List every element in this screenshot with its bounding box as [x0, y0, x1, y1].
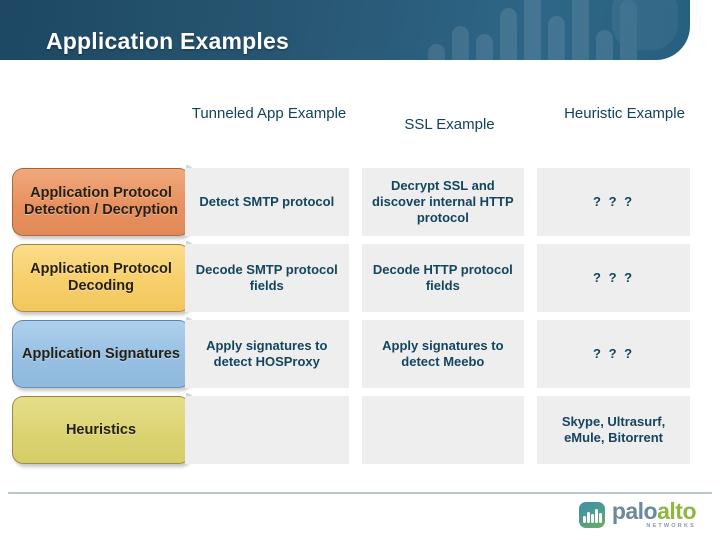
- matrix-cell-text: Skype, Ultrasurf, eMule, Bitorrent: [561, 414, 666, 445]
- matrix-cell: Apply signatures to detect HOSProxy: [185, 320, 349, 388]
- brand-logo: paloalto NETWORKS: [578, 498, 697, 529]
- examples-matrix: Detect SMTP protocol Decrypt SSL and dis…: [185, 168, 690, 472]
- stage-stack: Application Protocol Detection / Decrypt…: [12, 165, 194, 472]
- stage-box-app-protocol-detection: Application Protocol Detection / Decrypt…: [12, 165, 194, 236]
- matrix-row: Detect SMTP protocol Decrypt SSL and dis…: [185, 168, 690, 236]
- matrix-cell-text: Decode HTTP protocol fields: [372, 262, 513, 293]
- paloalto-bars-icon: [578, 501, 605, 528]
- matrix-cell: Apply signatures to detect Meebo: [361, 320, 525, 388]
- stage-box-app-protocol-decoding: Application Protocol Decoding: [12, 241, 194, 312]
- matrix-cell-text: Detect SMTP protocol: [199, 194, 335, 209]
- matrix-cell: ? ? ?: [537, 168, 690, 236]
- matrix-cell-text: Apply signatures to detect Meebo: [382, 338, 504, 369]
- matrix-cell: ? ? ?: [537, 244, 690, 312]
- matrix-cell-text: ? ? ?: [593, 346, 635, 361]
- matrix-cell-text: Decrypt SSL and discover internal HTTP p…: [372, 178, 514, 225]
- matrix-cell: Decode SMTP protocol fields: [185, 244, 349, 312]
- matrix-cell-text: ? ? ?: [593, 270, 635, 285]
- matrix-row: Apply signatures to detect HOSProxy Appl…: [185, 320, 690, 388]
- matrix-cell: Skype, Ultrasurf, eMule, Bitorrent: [537, 396, 690, 464]
- page-title: Application Examples: [46, 28, 290, 54]
- column-header-row: Tunneled App Example SSL Example Heurist…: [185, 104, 690, 160]
- brand-wordmark: paloalto: [611, 498, 697, 524]
- column-header-label: Heuristic Example: [564, 105, 685, 122]
- stage-label: Heuristics: [65, 421, 137, 438]
- matrix-cell-text: ? ? ?: [593, 194, 635, 209]
- stage-label: Application Signatures: [22, 345, 180, 362]
- stage-box-application-signatures: Application Signatures: [12, 317, 194, 388]
- header-watermark-bars-icon: [422, 0, 678, 60]
- matrix-cell: Decrypt SSL and discover internal HTTP p…: [361, 168, 525, 236]
- stage-label: Application Protocol Decoding: [30, 261, 172, 294]
- column-header-label: SSL Example: [404, 116, 495, 133]
- brand-name-second: alto: [657, 498, 696, 524]
- matrix-cell: Decode HTTP protocol fields: [361, 244, 525, 312]
- stage-box-heuristics: Heuristics: [12, 393, 194, 464]
- brand-name-first: palo: [611, 498, 658, 524]
- matrix-cell: Detect SMTP protocol: [185, 168, 349, 236]
- column-header-label: Tunneled App Example: [191, 105, 347, 122]
- matrix-cell-text: Apply signatures to detect HOSProxy: [206, 338, 328, 369]
- matrix-cell: ? ? ?: [537, 320, 690, 388]
- stage-label: Application Protocol Detection / Decrypt…: [24, 185, 178, 218]
- matrix-row: Decode SMTP protocol fields Decode HTTP …: [185, 244, 690, 312]
- footer-divider: [8, 492, 712, 494]
- column-header-ssl: SSL Example: [366, 104, 533, 160]
- column-header-tunneled-app: Tunneled App Example: [185, 104, 353, 160]
- matrix-cell: [361, 396, 525, 464]
- matrix-row: Skype, Ultrasurf, eMule, Bitorrent: [185, 396, 690, 464]
- column-header-heuristic: Heuristic Example: [546, 104, 703, 160]
- matrix-cell: [185, 396, 349, 464]
- matrix-cell-text: Decode SMTP protocol fields: [195, 262, 338, 293]
